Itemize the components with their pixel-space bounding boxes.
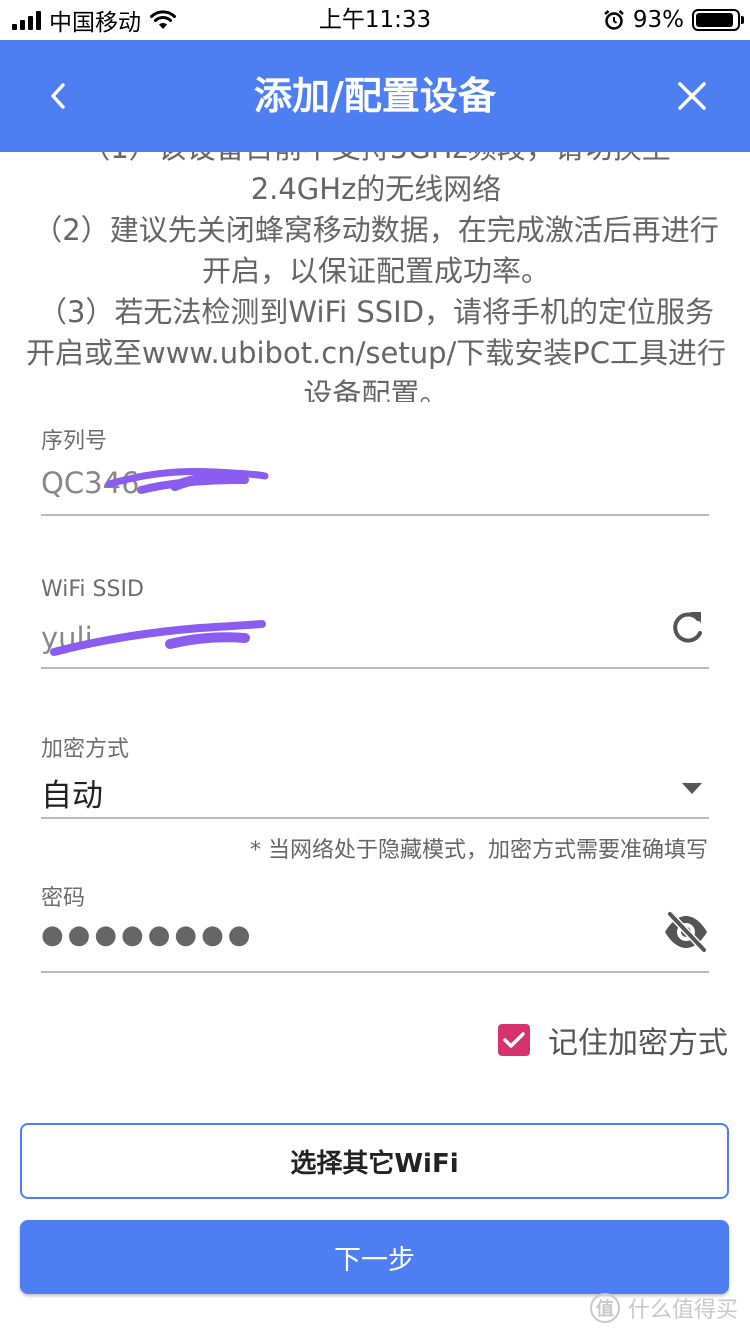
alarm-icon: [604, 10, 624, 30]
encryption-select[interactable]: 自动: [41, 770, 103, 815]
chevron-left-icon: [51, 83, 65, 109]
serial-input[interactable]: QC346: [41, 466, 139, 500]
watermark-text: 什么值得买: [627, 1298, 738, 1323]
close-button[interactable]: [664, 68, 720, 124]
status-right: 93%: [603, 6, 744, 34]
refresh-icon[interactable]: [668, 609, 706, 647]
battery-fill: [696, 13, 734, 27]
instructions: （1）该设备目前不支持5GHz频段，请切换至 2.4GHz的无线网络 （2）建议…: [0, 152, 750, 402]
tip-line: （1）该设备目前不支持5GHz频段，请切换至: [24, 152, 728, 169]
watermark-logo: 值: [589, 1293, 620, 1323]
battery-percent: 93%: [632, 7, 684, 33]
wifi-ssid-input[interactable]: yuli: [41, 621, 93, 655]
password-label: 密码: [41, 886, 86, 911]
eye-off-icon[interactable]: [662, 910, 710, 954]
wifi-label: WiFi SSID: [41, 577, 144, 602]
instructions-text: （1）该设备目前不支持5GHz频段，请切换至 2.4GHz的无线网络 （2）建议…: [24, 152, 728, 402]
remember-checkbox[interactable]: [498, 1024, 530, 1056]
back-button[interactable]: [30, 68, 86, 124]
page-title: 添加/配置设备: [254, 74, 496, 118]
dropdown-arrow-icon[interactable]: [682, 783, 702, 794]
encryption-underline: [41, 817, 709, 819]
password-input[interactable]: ●●●●●●●●: [41, 920, 255, 950]
next-button[interactable]: 下一步: [20, 1220, 729, 1294]
remember-encryption[interactable]: 记住加密方式: [498, 1018, 728, 1062]
serial-underline: [41, 514, 709, 516]
serial-label: 序列号: [41, 429, 108, 454]
encryption-label: 加密方式: [41, 737, 130, 762]
encryption-note: * 当网络处于隐藏模式，加密方式需要准确填写: [250, 838, 708, 863]
password-underline: [41, 971, 709, 973]
status-bar: 中国移动 上午11:33 93%: [0, 0, 750, 40]
checkmark-icon: [503, 1032, 525, 1048]
watermark: 值 什么值得买: [589, 1290, 738, 1326]
choose-other-wifi-button[interactable]: 选择其它WiFi: [20, 1123, 729, 1199]
nav-header: 添加/配置设备: [0, 40, 750, 152]
tip-line: （3）若无法检测到WiFi SSID，请将手机的定位服务开启或至www.ubib…: [25, 295, 726, 402]
wifi-underline: [41, 667, 709, 669]
remember-label: 记住加密方式: [548, 1026, 728, 1061]
close-icon: [678, 82, 706, 110]
tip-line: （2）建议先关闭蜂窝移动数据，在完成激活后再进行开启，以保证配置成功率。: [33, 213, 719, 288]
battery-icon: [692, 9, 744, 31]
tip-line: 2.4GHz的无线网络: [250, 172, 502, 206]
